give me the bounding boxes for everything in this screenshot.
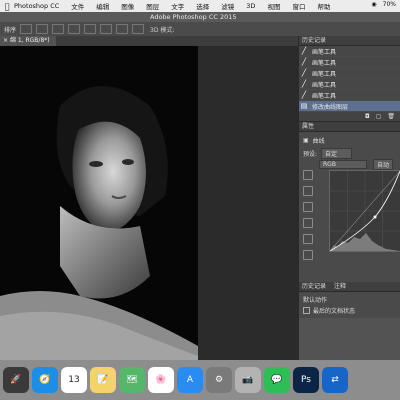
new-document-icon[interactable]: ▢ bbox=[376, 113, 382, 120]
pencil-icon[interactable] bbox=[303, 250, 313, 260]
wifi-icon[interactable]: ◉ bbox=[371, 1, 376, 8]
menu-window[interactable]: 窗口 bbox=[292, 1, 305, 11]
menu-type[interactable]: 文字 bbox=[171, 1, 184, 11]
align-icon-1[interactable] bbox=[20, 24, 33, 34]
black-eyedropper-icon[interactable] bbox=[303, 186, 313, 196]
menu-app[interactable]: Photoshop CC bbox=[14, 2, 59, 10]
history-item[interactable]: ╱ 画笔工具 bbox=[299, 68, 400, 79]
actions-list: 默认动作 最后的文档状态 bbox=[299, 292, 400, 318]
menu-select[interactable]: 选择 bbox=[196, 1, 209, 11]
mac-menubar:  Photoshop CC 文件 编辑 图像 图层 文字 选择 滤镜 3D 视… bbox=[0, 0, 400, 12]
system-preferences-icon[interactable]: ⚙ bbox=[206, 367, 232, 393]
document-tab-label: 绵 1, RGB/8*) bbox=[9, 37, 50, 44]
wechat-icon[interactable]: 💬 bbox=[264, 367, 290, 393]
preset-select[interactable]: 自定 bbox=[321, 148, 353, 159]
history-panel-header[interactable]: 历史记录 bbox=[299, 36, 400, 46]
gray-eyedropper-icon[interactable] bbox=[303, 202, 313, 212]
align-icon-8[interactable] bbox=[132, 24, 145, 34]
close-icon[interactable]: × bbox=[3, 37, 8, 44]
curves-graph[interactable] bbox=[329, 170, 400, 252]
brush-icon: ╱ bbox=[301, 80, 307, 88]
notes-icon[interactable]: 📝 bbox=[90, 367, 116, 393]
align-icon-7[interactable] bbox=[116, 24, 129, 34]
checkbox-label: 最后的文档状态 bbox=[313, 308, 356, 315]
align-icon-6[interactable] bbox=[100, 24, 113, 34]
window-title: Adobe Photoshop CC 2015 bbox=[150, 13, 237, 21]
preset-label: 预设: bbox=[303, 151, 318, 158]
history-item-selected[interactable]: ▤ 修改曲线图层 bbox=[299, 101, 400, 112]
auto-button[interactable]: 自动 bbox=[372, 159, 393, 170]
curve-point-icon[interactable] bbox=[303, 234, 313, 244]
curves-icon: ▤ bbox=[300, 102, 308, 110]
menu-layer[interactable]: 图层 bbox=[146, 1, 159, 11]
actions-tab-history[interactable]: 历史记录 bbox=[302, 282, 326, 291]
history-item[interactable]: ╱ 画笔工具 bbox=[299, 90, 400, 101]
tool-options-bar: 排序 3D 模式: bbox=[0, 22, 400, 37]
menu-file[interactable]: 文件 bbox=[71, 1, 84, 11]
calendar-icon[interactable]: 13 bbox=[61, 367, 87, 393]
align-icon-4[interactable] bbox=[68, 24, 81, 34]
align-icon-3[interactable] bbox=[52, 24, 65, 34]
3d-mode-label: 3D 模式: bbox=[150, 26, 175, 34]
right-panel: 历史记录 ╱ 画笔工具 ╱ 画笔工具 ╱ 画笔工具 ╱ 画笔工具 ╱ 画笔工具 ▤ 修改曲线… bbox=[298, 36, 400, 360]
rocket-icon[interactable]: 🚀 bbox=[3, 367, 29, 393]
actions-default-item[interactable]: 默认动作 bbox=[303, 294, 397, 305]
brush-icon: ╱ bbox=[301, 69, 307, 77]
document-tab[interactable]: × 绵 1, RGB/8*) bbox=[0, 36, 56, 46]
history-item[interactable]: ╱ 画笔工具 bbox=[299, 79, 400, 90]
battery-percent: 70% bbox=[382, 1, 396, 8]
brush-icon: ╱ bbox=[301, 91, 307, 99]
appstore-icon[interactable]: A bbox=[177, 367, 203, 393]
maps-icon[interactable]: 🗺 bbox=[119, 367, 145, 393]
history-toolbar: ◘ ▢ 🗑 bbox=[299, 112, 400, 122]
menu-image[interactable]: 图像 bbox=[121, 1, 134, 11]
safari-icon[interactable]: 🧭 bbox=[32, 367, 58, 393]
align-icon-2[interactable] bbox=[36, 24, 49, 34]
white-eyedropper-icon[interactable] bbox=[303, 218, 313, 228]
actions-tab-notes[interactable]: 注释 bbox=[334, 282, 346, 291]
properties-panel: ▣ 曲线 预设: 自定 RGB 自动 bbox=[299, 132, 400, 282]
channel-select[interactable]: RGB bbox=[319, 160, 367, 169]
portrait-image bbox=[0, 46, 198, 360]
adjustment-icon: ▣ bbox=[303, 137, 309, 144]
photo-booth-icon[interactable]: 📷 bbox=[235, 367, 261, 393]
camera-icon[interactable]: ◘ bbox=[365, 113, 370, 120]
align-icon-5[interactable] bbox=[84, 24, 97, 34]
checkbox[interactable] bbox=[303, 307, 310, 314]
target-adjust-icon[interactable] bbox=[303, 170, 313, 180]
options-label: 排序 bbox=[4, 26, 17, 34]
properties-panel-header[interactable]: 属性 bbox=[299, 122, 400, 132]
document-canvas[interactable] bbox=[0, 46, 198, 360]
curve-tools bbox=[303, 170, 317, 260]
menu-edit[interactable]: 编辑 bbox=[96, 1, 109, 11]
history-item[interactable]: ╱ 画笔工具 bbox=[299, 46, 400, 57]
canvas-pasteboard bbox=[198, 46, 298, 360]
properties-subtitle: 曲线 bbox=[312, 138, 325, 145]
apple-icon[interactable]:  bbox=[0, 2, 14, 11]
brush-icon: ╱ bbox=[301, 47, 307, 55]
menu-view[interactable]: 视图 bbox=[267, 1, 280, 11]
teamviewer-icon[interactable]: ⇄ bbox=[322, 367, 348, 393]
photos-icon[interactable]: 🌸 bbox=[148, 367, 174, 393]
curves-graph-svg bbox=[329, 170, 400, 252]
history-item[interactable]: ╱ 画笔工具 bbox=[299, 57, 400, 68]
actions-tabs: 历史记录 注释 bbox=[299, 282, 400, 292]
trash-icon[interactable]: 🗑 bbox=[387, 113, 395, 120]
menu-3d[interactable]: 3D bbox=[246, 2, 255, 10]
photoshop-icon[interactable]: Ps bbox=[293, 367, 319, 393]
menu-filter[interactable]: 滤镜 bbox=[221, 1, 234, 11]
brush-icon: ╱ bbox=[301, 58, 307, 66]
mac-dock: 🚀 🧭 13 📝 🗺 🌸 A ⚙ 📷 💬 Ps ⇄ bbox=[0, 360, 400, 400]
menu-help[interactable]: 帮助 bbox=[317, 1, 330, 11]
